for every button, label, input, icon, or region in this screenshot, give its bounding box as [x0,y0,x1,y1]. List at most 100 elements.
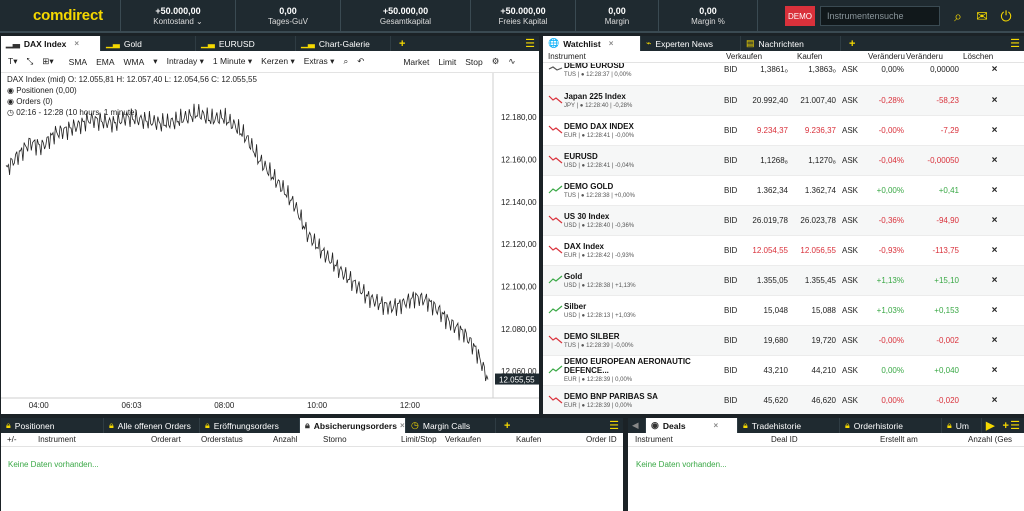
interval-dropdown[interactable]: 1 Minute ▾ [213,56,252,67]
layout-tool-button[interactable]: ⊞▾ [42,56,53,67]
watchlist-row[interactable]: Gold USD | ● 12:28:38 | +1,13% BID 1.355,05… [543,265,1024,296]
instrument-cell[interactable]: DAX Index EUR | ● 12:28:42 | -0,93% [564,235,724,266]
delete-button[interactable]: × [965,145,1024,176]
chart-type-dropdown[interactable]: Kerzen ▾ [261,56,295,67]
menu-icon[interactable]: ☰ [609,419,619,432]
add-tab-button[interactable]: + [391,36,413,51]
watchlist-row[interactable]: DEMO BNP PARIBAS SA EUR | ● 12:28:39 | 0,… [543,385,1024,414]
delete-button[interactable]: × [965,325,1024,356]
col-orderart[interactable]: Orderart [151,435,181,444]
power-icon[interactable]: ⏻ [998,8,1014,24]
col-orderstatus[interactable]: Orderstatus [201,435,243,444]
buy-price[interactable]: 12.056,55 [794,235,842,266]
col-instrument[interactable]: Instrument [548,52,586,61]
chart-area[interactable]: DAX Index (mid) O: 12.055,81 H: 12.057,4… [1,73,539,414]
buy-price[interactable]: 1.355,45 [794,265,842,296]
col-kaufen[interactable]: Kaufen [797,52,822,61]
tab-orderhistorie[interactable]: 🔒︎ Orderhistorie [840,418,942,433]
instrument-search-input[interactable]: Instrumentensuche [820,6,940,26]
col-veraenderung-pct[interactable]: Veränderu [868,52,905,61]
sell-price[interactable]: 15,048 [744,295,794,326]
close-icon[interactable]: × [74,39,79,48]
instrument-name[interactable]: Gold [564,272,724,281]
menu-icon[interactable]: ☰ [525,37,535,50]
instrument-cell[interactable]: DEMO SILBER TUS | ● 12:28:39 | -0,00% [564,325,724,356]
instrument-name[interactable]: DEMO GOLD [564,182,724,191]
delete-button[interactable]: × [965,265,1024,296]
sell-price[interactable]: 26.019,78 [744,205,794,236]
tab-dax-index[interactable]: ▁▃ DAX Index × [1,36,101,51]
buy-price[interactable]: 9.236,37 [794,115,842,146]
delete-button[interactable]: × [965,235,1024,266]
watchlist-row[interactable]: US 30 Index USD | ● 12:28:40 | -0,36% BID 2… [543,205,1024,236]
delete-button[interactable]: × [965,115,1024,146]
col-anzahl[interactable]: Anzahl [273,435,297,444]
instrument-name[interactable]: DEMO SILBER [564,332,724,341]
watchlist-row[interactable]: DEMO SILBER TUS | ● 12:28:39 | -0,00% BID 1… [543,325,1024,356]
buy-price[interactable]: 26.023,78 [794,205,842,236]
add-tab-button[interactable]: + [496,418,518,433]
tab-tradehistorie[interactable]: 🔒︎ Tradehistorie [738,418,840,433]
menu-icon[interactable]: ☰ [1010,37,1020,50]
close-icon[interactable]: × [400,421,405,430]
col-order-id[interactable]: Order ID [586,435,617,444]
draw-tool-button[interactable]: ⤡ [26,56,33,67]
delete-button[interactable]: × [965,175,1024,206]
delete-button[interactable]: × [965,85,1024,116]
delete-button[interactable]: × [965,355,1024,386]
menu-icon[interactable]: ☰ [1010,419,1020,432]
settings-icon[interactable]: ⚙ [492,56,500,67]
instrument-name[interactable]: Japan 225 Index [564,92,724,101]
tab-um[interactable]: 🔒︎ Um [942,418,982,433]
tab-eurusd[interactable]: ▁▃ EURUSD [196,36,296,51]
col-instrument[interactable]: Instrument [38,435,76,444]
col-verkaufen[interactable]: Verkaufen [726,52,762,61]
limit-button[interactable]: Limit [438,57,456,67]
col-plus-minus[interactable]: +/- [7,435,17,444]
text-tool-button[interactable]: T▾ [8,56,17,67]
sma-button[interactable]: SMA [69,57,87,67]
tab-experten-news[interactable]: ⌁ Experten News [641,36,741,51]
indicator-dropdown[interactable]: ▾ [153,56,157,67]
col-verkaufen[interactable]: Verkaufen [445,435,481,444]
sell-price[interactable]: 43,210 [744,355,794,386]
tab-nachrichten[interactable]: ▤ Nachrichten [741,36,841,51]
buy-price[interactable]: 46,620 [794,385,842,414]
zoom-icon[interactable]: ⌕ [343,56,348,67]
instrument-cell[interactable]: DEMO EUROPEAN AERONAUTIC DEFENCE... EUR |… [564,355,724,386]
scroll-left-button[interactable]: ◀ [628,418,646,433]
instrument-cell[interactable]: US 30 Index USD | ● 12:28:40 | -0,36% [564,205,724,236]
col-storno[interactable]: Storno [323,435,347,444]
watchlist-row[interactable]: Japan 225 Index JPY | ● 12:28:40 | -0,28%… [543,85,1024,116]
demo-badge[interactable]: DEMO [785,6,815,26]
close-icon[interactable]: × [609,39,614,48]
kontostand-stat[interactable]: +50.000,00 Kontostand ⌄ [120,0,235,32]
buy-price[interactable]: 19,720 [794,325,842,356]
col-kaufen[interactable]: Kaufen [516,435,541,444]
watchlist-row[interactable]: DEMO DAX INDEX EUR | ● 12:28:41 | -0,00% B… [543,115,1024,146]
buy-price[interactable]: 44,210 [794,355,842,386]
instrument-cell[interactable]: DEMO DAX INDEX EUR | ● 12:28:41 | -0,00% [564,115,724,146]
sell-price[interactable]: 19,680 [744,325,794,356]
tab-absicherungsorders[interactable]: 🔒︎ Absicherungsorders × [300,418,406,433]
search-icon[interactable]: ⌕ [950,8,966,24]
sell-price[interactable]: 12.054,55 [744,235,794,266]
buy-price[interactable]: 1.362,74 [794,175,842,206]
sell-price[interactable]: 45,620 [744,385,794,414]
sell-price[interactable]: 1.362,34 [744,175,794,206]
sell-price[interactable]: 1,1268₈ [744,145,794,176]
watchlist-row[interactable]: DAX Index EUR | ● 12:28:42 | -0,93% BID 12.… [543,235,1024,266]
market-button[interactable]: Market [403,57,429,67]
price-chart[interactable]: 12.180,00 12.160,00 12.140,00 12.120,00 12.1… [1,73,539,414]
tab-deals[interactable]: ◉ Deals × [646,418,738,433]
instrument-cell[interactable]: DEMO BNP PARIBAS SA EUR | ● 12:28:39 | 0,… [564,385,724,414]
tab-alle-offenen-orders[interactable]: 🔒︎ Alle offenen Orders [104,418,200,433]
tab-chart-galerie[interactable]: ▁▃ Chart-Galerie [296,36,391,51]
sell-price[interactable]: 1.355,05 [744,265,794,296]
watchlist-row[interactable]: EURUSD USD | ● 12:28:41 | -0,04% BID 1,1268… [543,145,1024,176]
instrument-name[interactable]: EURUSD [564,152,724,161]
ema-button[interactable]: EMA [96,57,114,67]
wave-icon[interactable]: ∿ [508,56,515,67]
buy-price[interactable]: 21.007,40 [794,85,842,116]
instrument-name[interactable]: DEMO EUROPEAN AERONAUTIC DEFENCE... [564,357,724,375]
